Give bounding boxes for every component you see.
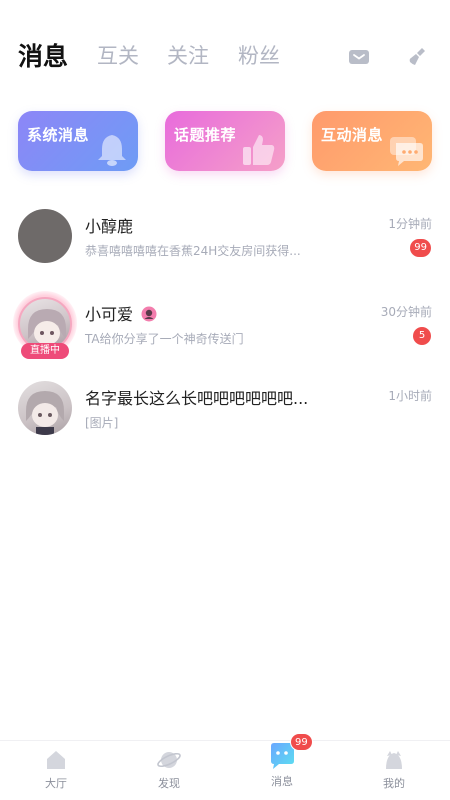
topic-recommend-card[interactable]: 话题推荐 <box>165 111 285 171</box>
conversation-row[interactable]: 小醇鹿 恭喜嘻嘻嘻嘻在香蕉24H交友房间获得... 1分钟前 99 <box>0 209 450 295</box>
tab-fans[interactable]: 粉丝 <box>238 40 280 70</box>
nav-item-messages[interactable]: 99 消息 <box>252 733 313 789</box>
planet-icon <box>157 752 181 768</box>
nav-item-lobby[interactable]: 大厅 <box>26 747 86 791</box>
vip-avatar-icon <box>141 306 157 322</box>
nav-label: 大厅 <box>45 777 67 790</box>
nav-unread-badge: 99 <box>290 733 313 751</box>
tab-following[interactable]: 关注 <box>167 40 209 70</box>
nav-item-discover[interactable]: 发现 <box>139 747 199 791</box>
contact-name: 小可爱 <box>85 301 157 325</box>
contact-name-text: 小可爱 <box>85 305 134 324</box>
tab-mutual[interactable]: 互关 <box>97 40 139 70</box>
message-time: 1分钟前 <box>388 217 432 231</box>
message-preview: [图片] <box>85 416 119 430</box>
bottom-nav: 大厅 发现 99 消息 我的 <box>0 733 450 800</box>
interactive-messages-card[interactable]: 互动消息 <box>312 111 432 171</box>
tab-messages[interactable]: 消息 <box>18 37 68 73</box>
message-time: 30分钟前 <box>380 305 432 319</box>
card-label: 系统消息 <box>27 126 90 144</box>
card-label: 话题推荐 <box>174 126 237 144</box>
system-messages-card[interactable]: 系统消息 <box>18 111 138 171</box>
message-preview: 恭喜嘻嘻嘻嘻在香蕉24H交友房间获得... <box>85 244 301 258</box>
card-label: 互动消息 <box>321 126 384 144</box>
header: 消息 互关 关注 粉丝 <box>0 0 450 100</box>
conversation-row[interactable]: 直播中 小可爱 TA给你分享了一个神奇传送门 30分钟前 5 <box>0 291 450 383</box>
message-preview: TA给你分享了一个神奇传送门 <box>85 332 244 346</box>
avatar[interactable] <box>18 209 72 263</box>
thumbs-up-icon <box>243 135 275 165</box>
live-tag: 直播中 <box>21 343 69 359</box>
avatar[interactable] <box>18 381 72 435</box>
mail-icon[interactable] <box>347 45 371 69</box>
unread-badge: 5 <box>413 327 431 345</box>
contact-name: 小醇鹿 <box>85 217 134 236</box>
contact-name: 名字最长这么长吧吧吧吧吧吧... <box>85 389 309 408</box>
profile-icon <box>386 751 402 769</box>
broom-icon[interactable] <box>406 45 430 69</box>
chat-bubble-icon <box>390 137 423 166</box>
lobby-icon <box>47 751 65 769</box>
conversation-row[interactable]: 名字最长这么长吧吧吧吧吧吧... [图片] 1小时前 <box>0 381 450 467</box>
nav-label: 消息 <box>271 775 293 788</box>
nav-label: 发现 <box>158 777 180 790</box>
unread-badge: 99 <box>410 239 431 257</box>
nav-label: 我的 <box>383 777 405 790</box>
message-time: 1小时前 <box>388 389 432 403</box>
bell-icon <box>98 135 126 166</box>
nav-item-profile[interactable]: 我的 <box>364 747 424 791</box>
